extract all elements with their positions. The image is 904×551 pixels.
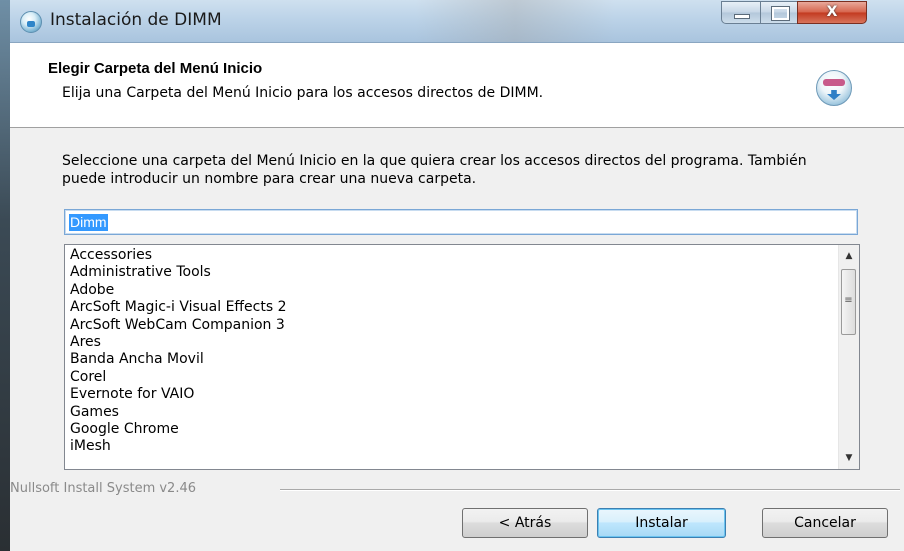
title-bar[interactable]: Instalación de DIMM X: [10, 0, 904, 43]
list-item[interactable]: Games: [70, 404, 825, 421]
list-item[interactable]: Accessories: [70, 247, 825, 264]
installer-icon-label: [823, 79, 845, 86]
title-bar-glass: [415, 0, 615, 42]
list-item[interactable]: Administrative Tools: [70, 264, 825, 281]
instructions-text: Seleccione una carpeta del Menú Inicio e…: [62, 153, 807, 187]
list-item[interactable]: ArcSoft Magic-i Visual Effects 2: [70, 299, 825, 316]
folder-name-value[interactable]: Dimm: [69, 214, 108, 231]
scrollbar-thumb[interactable]: ≡: [841, 269, 856, 335]
list-item[interactable]: Adobe: [70, 282, 825, 299]
folder-name-input[interactable]: Dimm: [64, 209, 858, 235]
installer-window: Instalación de DIMM X Elegir Carpeta del…: [10, 0, 904, 551]
minimize-button[interactable]: [721, 1, 761, 24]
page-subtitle: Elija una Carpeta del Menú Inicio para l…: [62, 85, 544, 101]
maximize-icon: [771, 6, 790, 21]
grip-icon: ≡: [844, 295, 853, 306]
desktop-edge: [0, 0, 10, 551]
window-title: Instalación de DIMM: [50, 10, 222, 30]
list-item[interactable]: Banda Ancha Movil: [70, 351, 825, 368]
cancel-button[interactable]: Cancelar: [762, 508, 888, 538]
wizard-header: Elegir Carpeta del Menú Inicio Elija una…: [10, 43, 904, 128]
close-button[interactable]: X: [797, 1, 867, 24]
back-button[interactable]: < Atrás: [462, 508, 588, 538]
scroll-down-arrow-icon[interactable]: ▼: [839, 449, 859, 467]
branding-divider: [280, 489, 900, 491]
folder-list-items: Accessories Administrative Tools Adobe A…: [70, 247, 825, 456]
maximize-button[interactable]: [760, 1, 798, 24]
app-icon[interactable]: [20, 11, 42, 33]
list-item[interactable]: Ares: [70, 334, 825, 351]
page-title: Elegir Carpeta del Menú Inicio: [48, 60, 263, 77]
download-arrow-icon: [827, 90, 841, 100]
install-button[interactable]: Instalar: [597, 508, 726, 538]
scroll-up-arrow-icon[interactable]: ▲: [839, 247, 859, 265]
branding-text: Nullsoft Install System v2.46: [10, 481, 203, 496]
minimize-icon: [734, 14, 750, 19]
list-item[interactable]: ArcSoft WebCam Companion 3: [70, 317, 825, 334]
start-menu-folder-list[interactable]: Accessories Administrative Tools Adobe A…: [64, 244, 860, 470]
list-item[interactable]: iMesh: [70, 438, 825, 455]
list-scrollbar[interactable]: ▲ ≡ ▼: [838, 245, 859, 469]
list-item[interactable]: Corel: [70, 369, 825, 386]
close-icon: X: [826, 4, 838, 20]
installer-icon: [816, 70, 852, 106]
list-item[interactable]: Evernote for VAIO: [70, 386, 825, 403]
list-item[interactable]: Google Chrome: [70, 421, 825, 438]
